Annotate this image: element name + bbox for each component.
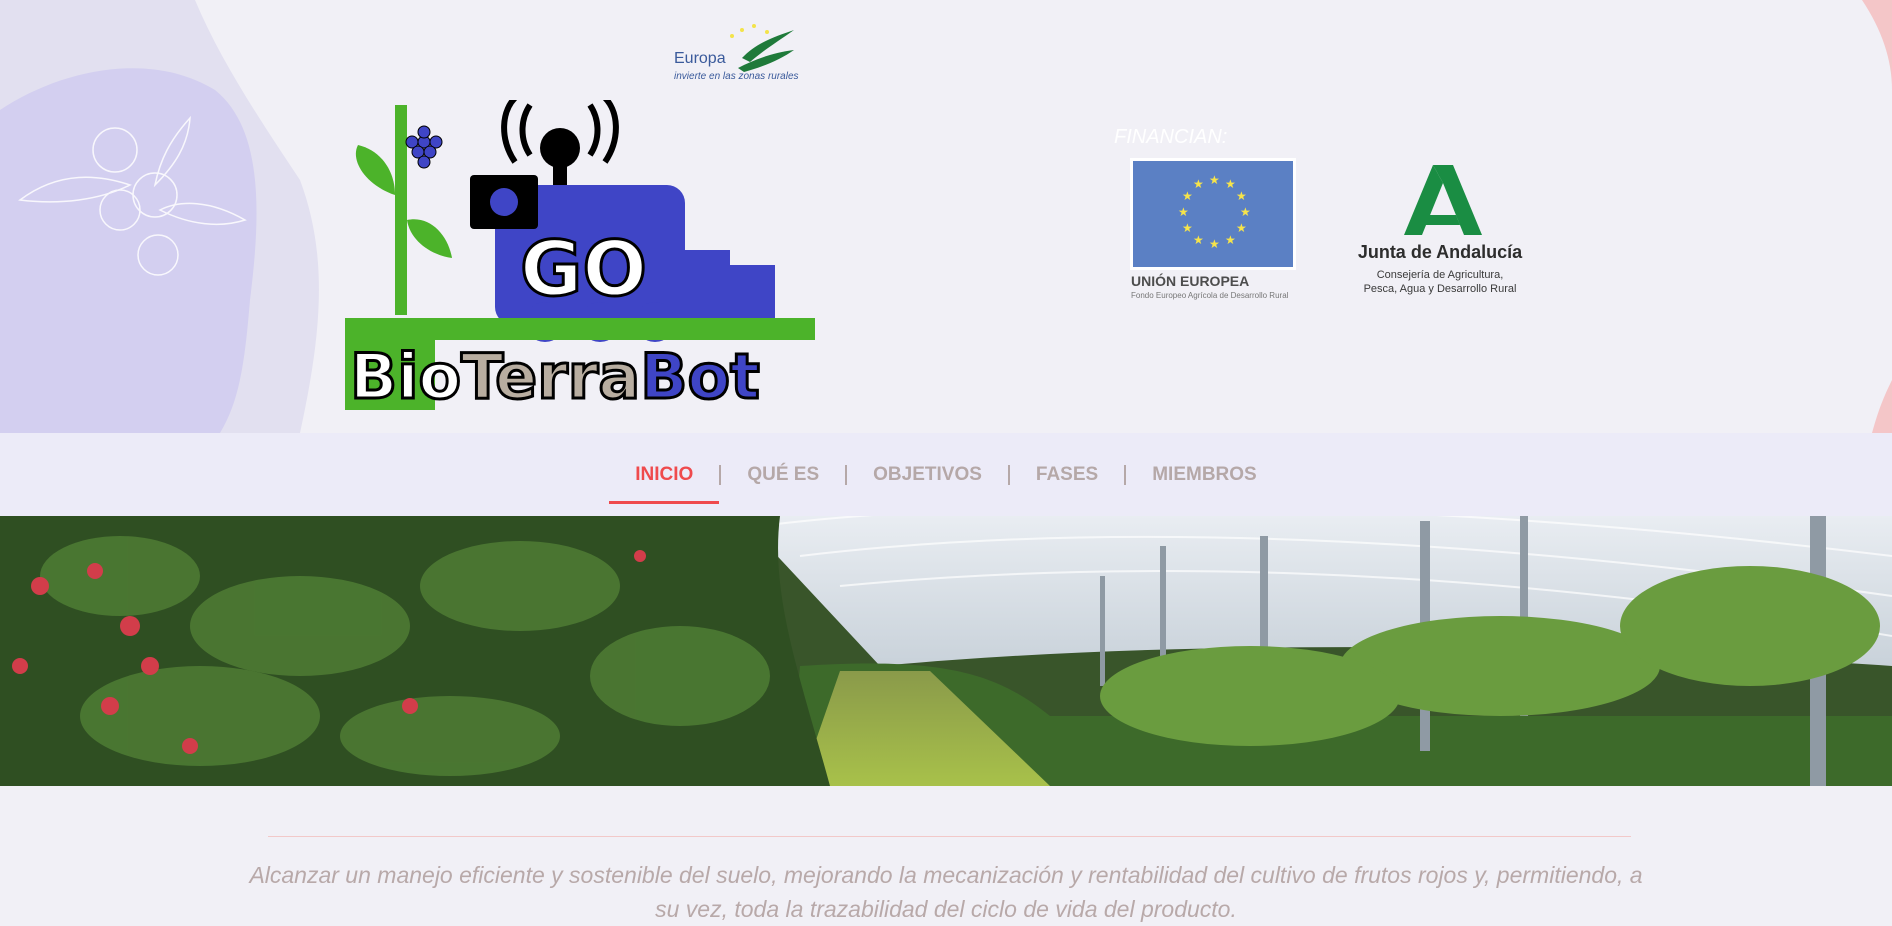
financian-label: FINANCIAN:	[1114, 126, 1228, 148]
project-tagline: Alcanzar un manejo eficiente y sostenibl…	[249, 862, 1643, 922]
svg-text:★: ★	[1182, 221, 1193, 235]
eu-flag-icon: ★ ★★★ ★★★★ ★★★★	[1130, 158, 1296, 270]
eu-name: UNIÓN EUROPEA	[1131, 273, 1250, 289]
nav-item-miembros[interactable]: MIEMBROS	[1126, 433, 1283, 516]
nav-item-objetivos[interactable]: OBJETIVOS	[847, 433, 1008, 516]
main-nav: INICIO QUÉ ES OBJETIVOS FASES MIEMBROS	[0, 433, 1892, 516]
svg-text:★: ★	[1236, 221, 1247, 235]
svg-text:★: ★	[1209, 237, 1220, 251]
logo-text-bio: Bio	[350, 340, 461, 413]
nav-item-inicio[interactable]: INICIO	[609, 433, 720, 516]
junta-subtitle: Consejería de Agricultura, Pesca, Agua y…	[1300, 268, 1580, 296]
logo-text-terra: Terra	[461, 340, 640, 413]
svg-text:★: ★	[1193, 233, 1204, 247]
logo-go-text: GO	[520, 224, 647, 313]
junta-andalucia-logo-icon	[1404, 165, 1482, 235]
svg-text:★: ★	[1193, 177, 1204, 191]
bioterrabot-logo[interactable]: GO BioTerraBot	[340, 100, 820, 415]
svg-text:★: ★	[1240, 205, 1251, 219]
decorative-blob-right	[1862, 0, 1892, 433]
section-divider	[268, 836, 1631, 837]
header: Europa invierte en las zonas rurales GO …	[0, 0, 1892, 433]
logo-text-bot: Bot	[640, 340, 760, 413]
hero-image	[0, 516, 1892, 786]
eu-subtitle: Fondo Europeo Agrícola de Desarrollo Rur…	[1131, 291, 1289, 300]
decorative-blob-left	[0, 0, 319, 433]
junta-subtitle-line-1: Consejería de Agricultura,	[1376, 269, 1504, 281]
svg-text:BioTerraBot: BioTerraBot	[350, 340, 760, 413]
svg-text:★: ★	[1225, 177, 1236, 191]
europa-word: Europa	[674, 50, 726, 67]
nav-item-fases[interactable]: FASES	[1010, 433, 1124, 516]
europa-subtitle: invierte en las zonas rurales	[674, 71, 799, 82]
svg-text:★: ★	[1182, 189, 1193, 203]
nav-item-que-es[interactable]: QUÉ ES	[721, 433, 845, 516]
svg-text:★: ★	[1225, 233, 1236, 247]
junta-name: Junta de Andalucía	[1357, 242, 1523, 262]
svg-text:★: ★	[1236, 189, 1247, 203]
svg-text:★: ★	[1178, 205, 1189, 219]
svg-text:★: ★	[1209, 173, 1220, 187]
junta-subtitle-line-2: Pesca, Agua y Desarrollo Rural	[1363, 283, 1517, 295]
